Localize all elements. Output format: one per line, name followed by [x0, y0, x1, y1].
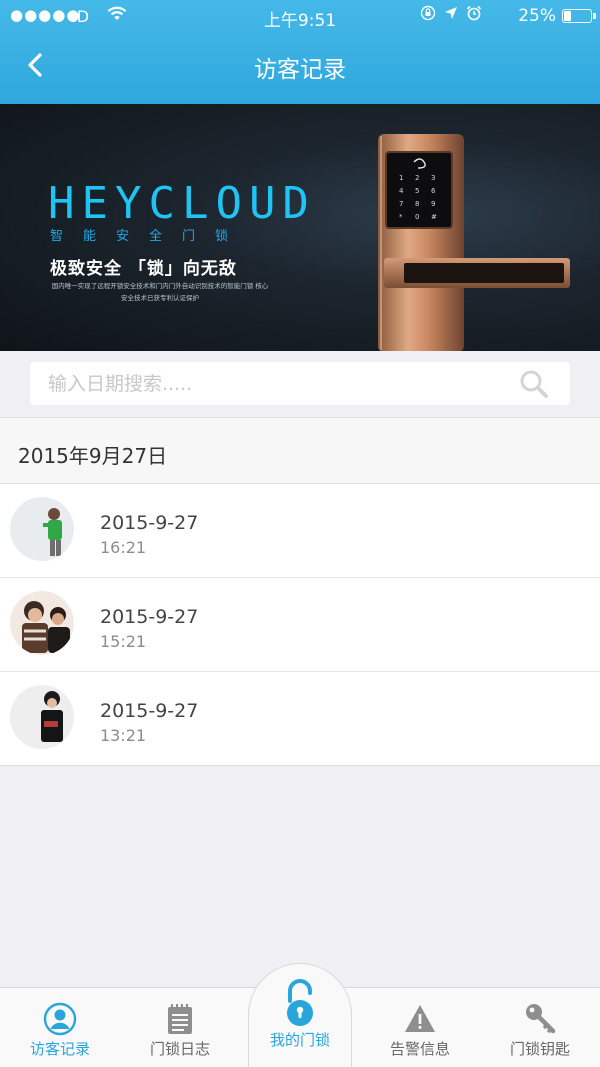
svg-text:1: 1: [399, 174, 403, 182]
tab-lock-log[interactable]: 门锁日志: [120, 988, 240, 1067]
status-time: 上午9:51: [263, 11, 337, 31]
battery-icon: [562, 9, 596, 23]
section-date-header: 2015年9月27日: [0, 417, 600, 484]
status-bar: ●●●●● ID 上午9:51 25%: [0, 0, 600, 34]
svg-text:7: 7: [399, 200, 403, 208]
list-item[interactable]: 2015-9-27 16:21: [0, 484, 600, 578]
svg-text:9: 9: [431, 200, 435, 208]
banner-brand: HEYCLOUD: [48, 178, 316, 229]
search-box: [30, 362, 570, 405]
warning-icon: [405, 1005, 435, 1032]
tab-lock-keys[interactable]: 门锁钥匙: [480, 988, 600, 1067]
notepad-icon: [168, 1004, 192, 1034]
tab-label: 告警信息: [389, 1040, 450, 1058]
svg-text:5: 5: [415, 187, 419, 195]
svg-text:3: 3: [431, 174, 435, 182]
visit-date: 2015-9-27: [100, 512, 199, 534]
orientation-lock-icon: [420, 5, 436, 21]
app-header: ●●●●● ID 上午9:51 25% 访客记录: [0, 0, 600, 104]
avatar: [10, 497, 74, 561]
svg-text:8: 8: [415, 200, 419, 208]
svg-text:4: 4: [399, 187, 404, 195]
visit-date: 2015-9-27: [100, 700, 199, 722]
key-icon: [526, 1004, 556, 1034]
banner-description: 国内唯一实现了远程开锁安全技术和门内门外自动识别技术的智能门锁 核心安全技术已获…: [51, 282, 269, 302]
svg-text:#: #: [431, 213, 437, 221]
battery-fill: [564, 11, 571, 21]
user-circle-icon: [43, 1002, 77, 1036]
battery-percent: 25%: [518, 6, 556, 26]
svg-text:6: 6: [431, 187, 436, 195]
visit-time: 13:21: [100, 726, 147, 745]
tab-my-lock[interactable]: 我的门锁: [248, 963, 352, 1067]
smart-lock-image: 1 2 3 4 5 6 7 8 9 * 0 #: [378, 134, 570, 351]
unlock-icon: [287, 979, 313, 1026]
tab-visitor-records[interactable]: 访客记录: [0, 988, 120, 1067]
list-item[interactable]: 2015-9-27 15:21: [0, 578, 600, 672]
tab-label: 访客记录: [29, 1040, 90, 1058]
visit-time: 15:21: [100, 632, 147, 651]
tab-label: 门锁钥匙: [509, 1040, 570, 1058]
tab-alerts[interactable]: 告警信息: [360, 988, 480, 1067]
visit-date: 2015-9-27: [100, 606, 199, 628]
svg-text:0: 0: [415, 213, 419, 221]
search-icon[interactable]: [518, 369, 550, 399]
search-input[interactable]: [30, 362, 510, 405]
search-area: [0, 351, 600, 417]
tab-label: 门锁日志: [149, 1040, 210, 1058]
avatar: [10, 685, 74, 749]
promo-banner[interactable]: HEYCLOUD 智能安全门锁 极致安全 「锁」向无敌 国内唯一实现了远程开锁安…: [0, 104, 600, 351]
list-item[interactable]: 2015-9-27 13:21: [0, 672, 600, 765]
section-date-label: 2015年9月27日: [18, 444, 168, 468]
avatar: [10, 591, 74, 655]
banner-brand-subtitle: 智能安全门锁: [50, 229, 249, 244]
alarm-icon: [466, 5, 482, 21]
banner-slogan: 极致安全 「锁」向无敌: [50, 259, 237, 279]
location-arrow-icon: [445, 7, 457, 19]
page-title: 访客记录: [254, 57, 346, 83]
svg-text:2: 2: [415, 174, 419, 182]
tab-label: 我的门锁: [269, 1031, 330, 1049]
svg-text:*: *: [399, 213, 403, 221]
visitor-list: 2015-9-27 16:21 2015-9-27 15:21 2015-9-2…: [0, 484, 600, 766]
visit-time: 16:21: [100, 538, 147, 557]
